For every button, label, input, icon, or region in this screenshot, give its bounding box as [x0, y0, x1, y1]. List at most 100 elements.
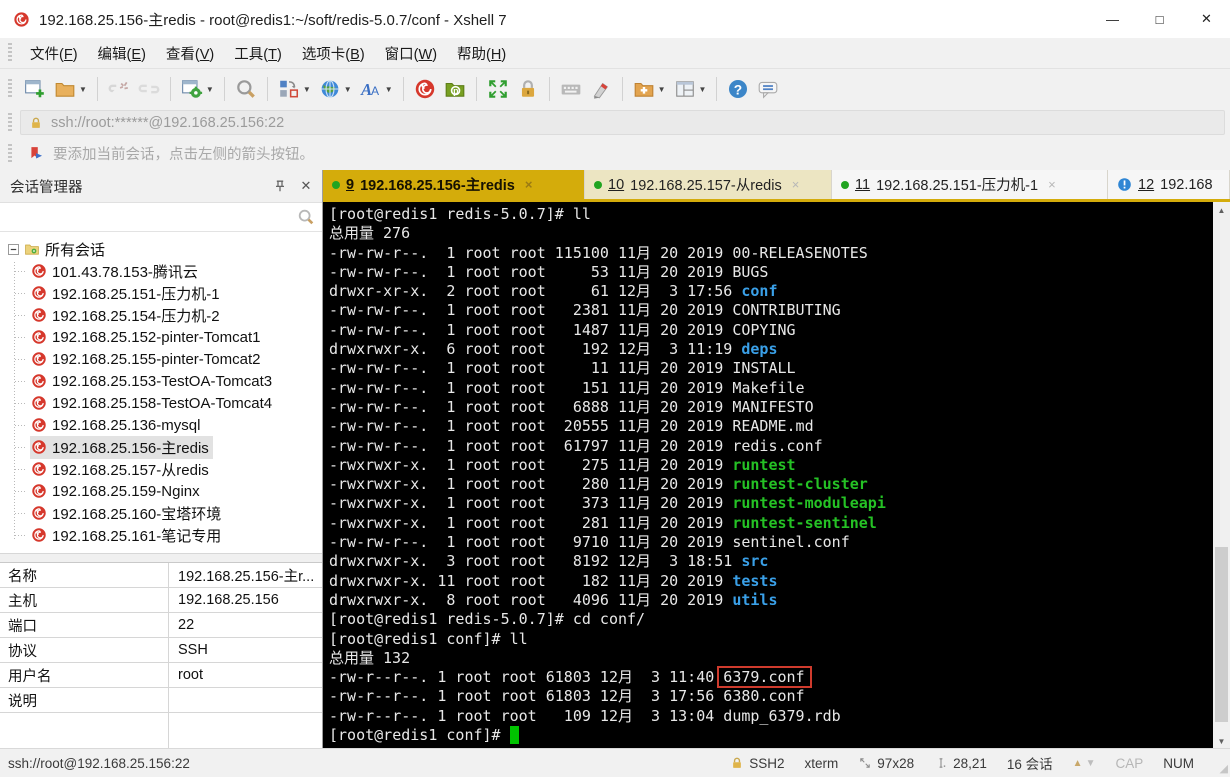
find-button[interactable]: [231, 74, 261, 104]
terminal[interactable]: [root@redis1 redis-5.0.7]# ll 总用量 276 -rw-…: [323, 202, 1230, 749]
encoding-globe-icon: [319, 78, 341, 100]
dropdown-arrow-icon[interactable]: ▼: [699, 85, 707, 94]
session-icon: [31, 307, 47, 323]
menubar-grip[interactable]: [8, 43, 12, 63]
feedback-button[interactable]: [753, 74, 783, 104]
expander-minus-icon[interactable]: [8, 243, 19, 255]
panel-splitter[interactable]: [0, 553, 322, 563]
minimize-button[interactable]: —: [1089, 0, 1136, 38]
session-prev-icon[interactable]: ▲: [1073, 758, 1083, 769]
terminal-line: -rw-rw-r--. 1 root root 53 11月 20 2019 B…: [329, 263, 1212, 282]
session-label: 192.168.25.153-TestOA-Tomcat3: [52, 372, 273, 390]
new-tab-folder-button[interactable]: ▼: [629, 74, 670, 104]
lock-screen-button[interactable]: [513, 74, 543, 104]
encoding-globe-button[interactable]: ▼: [315, 74, 356, 104]
session-item-12[interactable]: 192.168.25.161-笔记专用: [0, 524, 322, 546]
menu-item-1[interactable]: 编辑(E): [88, 39, 156, 68]
tab-9[interactable]: 9 192.168.25.156-主redis ×: [323, 170, 585, 199]
scroll-up-icon[interactable]: ▲: [1213, 202, 1230, 218]
tab-close-icon[interactable]: ×: [792, 177, 800, 192]
resize-grip[interactable]: ◢: [1220, 762, 1228, 775]
menu-item-0[interactable]: 文件(F): [20, 39, 88, 68]
tree-root-all-sessions[interactable]: 所有会话: [0, 238, 322, 260]
session-item-3[interactable]: 192.168.25.152-pinter-Tomcat1: [0, 326, 322, 348]
session-item-0[interactable]: 101.43.78.153-腾讯云: [0, 260, 322, 282]
tab-close-icon[interactable]: ×: [1048, 177, 1056, 192]
arrange-button[interactable]: ▼: [274, 74, 315, 104]
new-session-button[interactable]: [20, 74, 50, 104]
dropdown-arrow-icon[interactable]: ▼: [303, 85, 311, 94]
hintbar-grip[interactable]: [8, 143, 12, 164]
session-item-1[interactable]: 192.168.25.151-压力机-1: [0, 282, 322, 304]
reconnect-button: [134, 74, 164, 104]
menu-item-6[interactable]: 帮助(H): [447, 39, 516, 68]
terminal-text: drwxrwxr-x. 8 root root 4096 11月 20 2019: [329, 590, 733, 609]
session-item-6[interactable]: 192.168.25.158-TestOA-Tomcat4: [0, 392, 322, 414]
tab-label: 192.168: [1160, 176, 1213, 193]
session-tree: 所有会话 101.43.78.153-腾讯云 192.168.25.151-压力机-…: [0, 232, 322, 553]
terminal-text: [root@redis1 conf]# ll: [329, 629, 528, 648]
session-properties-button[interactable]: ▼: [177, 74, 218, 104]
dropdown-arrow-icon[interactable]: ▼: [658, 85, 666, 94]
dropdown-arrow-icon[interactable]: ▼: [79, 85, 87, 94]
tab-11[interactable]: 11 192.168.25.151-压力机-1 ×: [832, 170, 1108, 199]
panel-close-icon[interactable]: ✕: [298, 178, 314, 194]
session-label: 192.168.25.157-从redis: [52, 461, 209, 479]
toolbar-separator: [402, 77, 404, 101]
tab-layout-button[interactable]: ▼: [670, 74, 711, 104]
session-item-5[interactable]: 192.168.25.153-TestOA-Tomcat3: [0, 370, 322, 392]
help-button[interactable]: ?: [723, 74, 753, 104]
close-button[interactable]: ✕: [1183, 0, 1230, 38]
session-item-2[interactable]: 192.168.25.154-压力机-2: [0, 304, 322, 326]
tab-10[interactable]: 10 192.168.25.157-从redis ×: [585, 170, 832, 199]
dropdown-arrow-icon[interactable]: ▼: [206, 85, 214, 94]
tab-number: 10: [608, 176, 625, 193]
tab-12[interactable]: 12 192.168: [1108, 170, 1230, 199]
property-row-1: 主机 192.168.25.156: [0, 588, 322, 613]
dropdown-arrow-icon[interactable]: ▼: [385, 85, 393, 94]
terminal-scrollbar[interactable]: ▲ ▼: [1213, 202, 1230, 749]
xshell-logo-icon: [13, 11, 30, 28]
menu-item-4[interactable]: 选项卡(B): [292, 39, 375, 68]
session-item-11[interactable]: 192.168.25.160-宝塔环境: [0, 502, 322, 524]
virtual-keyboard-button[interactable]: [556, 74, 586, 104]
menu-item-3[interactable]: 工具(T): [224, 39, 292, 68]
terminal-text: -rw-rw-r--. 1 root root 151 11月 20 2019 …: [329, 378, 805, 397]
pin-icon[interactable]: [272, 178, 288, 194]
scroll-down-icon[interactable]: ▼: [1213, 733, 1230, 749]
tab-close-icon[interactable]: ×: [525, 177, 533, 192]
maximize-button[interactable]: □: [1136, 0, 1183, 38]
xftp-app-button[interactable]: p: [440, 74, 470, 104]
tree-root-label: 所有会话: [45, 241, 106, 259]
xshell-app-button[interactable]: [410, 74, 440, 104]
hint-bar: 要添加当前会话，点击左侧的箭头按钮。: [0, 137, 1230, 170]
dropdown-arrow-icon[interactable]: ▼: [344, 85, 352, 94]
fullscreen-button[interactable]: [483, 74, 513, 104]
session-search-input[interactable]: [0, 203, 322, 232]
menu-item-5[interactable]: 窗口(W): [375, 39, 447, 68]
property-value: SSH: [178, 642, 208, 658]
session-icon: [31, 417, 47, 433]
terminal-text: -rwxrwxr-x. 1 root root 275 11月 20 2019: [329, 455, 733, 474]
addressbar-grip[interactable]: [8, 112, 12, 133]
hint-flag-icon: [28, 145, 45, 162]
terminal-line: -rw-r--r--. 1 root root 61803 12月 3 11:4…: [329, 666, 1212, 689]
font-button[interactable]: A A ▼: [356, 74, 397, 104]
session-item-4[interactable]: 192.168.25.155-pinter-Tomcat2: [0, 348, 322, 370]
scrollbar-thumb[interactable]: [1215, 546, 1228, 722]
session-item-9[interactable]: 192.168.25.157-从redis: [0, 458, 322, 480]
highlight-pen-button[interactable]: [586, 74, 616, 104]
session-item-10[interactable]: 192.168.25.159-Nginx: [0, 480, 322, 502]
address-input[interactable]: ssh://root:******@192.168.25.156:22: [20, 110, 1225, 135]
session-item-8[interactable]: 192.168.25.156-主redis: [0, 435, 322, 459]
session-item-7[interactable]: 192.168.25.136-mysql: [0, 414, 322, 436]
fullscreen-icon: [487, 78, 509, 100]
session-label: 192.168.25.155-pinter-Tomcat2: [52, 350, 261, 368]
session-icon: [31, 373, 47, 389]
status-item-updown-arrows-icon[interactable]: ▲ ▼: [1073, 758, 1096, 769]
menu-item-2[interactable]: 查看(V): [156, 39, 224, 68]
toolbar-grip[interactable]: [8, 79, 12, 99]
open-session-button[interactable]: ▼: [50, 74, 91, 104]
session-next-icon[interactable]: ▼: [1086, 758, 1096, 769]
status-item-xterm: xterm: [805, 756, 839, 771]
